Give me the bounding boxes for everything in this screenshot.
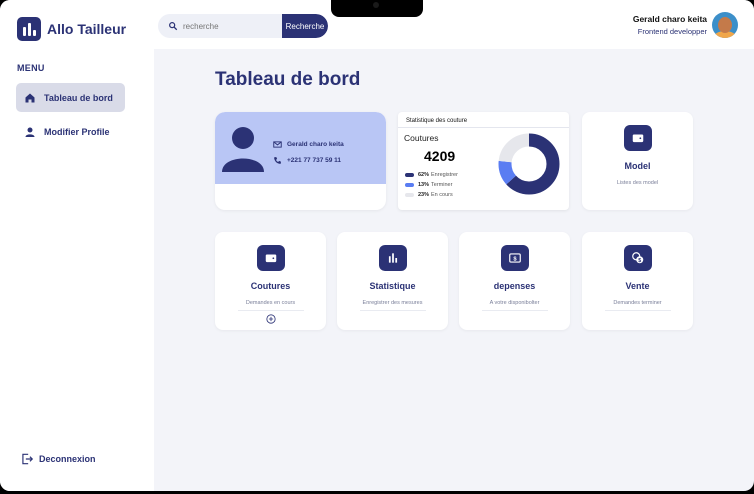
svg-text:$: $ <box>513 256 517 262</box>
user-silhouette-icon <box>222 127 264 172</box>
card-subtitle: Demandes en cours <box>245 300 296 306</box>
money-icon: $ <box>500 245 529 271</box>
depenses-card[interactable]: $ depenses A votre disponibolter <box>459 232 570 330</box>
mail-icon <box>273 141 282 148</box>
wallet-icon <box>256 245 285 271</box>
legend-label: Terminer <box>431 182 453 188</box>
app-logo[interactable]: Allo Tailleur <box>17 17 126 41</box>
card-subtitle: Enregistrer des mesures <box>362 300 423 306</box>
legend-label: Enregistrer <box>431 172 458 178</box>
card-title: Vente <box>625 281 650 291</box>
divider <box>604 310 671 311</box>
search-icon <box>169 22 178 31</box>
logout-button[interactable]: Deconnexion <box>20 452 96 466</box>
sidebar-item-tableau-de-bord[interactable]: Tableau de bord <box>16 83 125 112</box>
phone-icon <box>274 157 281 164</box>
model-subtitle: Listes des model <box>616 180 659 186</box>
logo-bars-icon <box>17 17 41 41</box>
donut-chart <box>498 133 560 195</box>
coins-icon: $ <box>623 245 652 271</box>
card-title: depenses <box>493 281 536 291</box>
vente-card[interactable]: $ Vente Demandes terminer <box>582 232 693 330</box>
statistique-card[interactable]: Statistique Enregistrer des mesures <box>337 232 448 330</box>
divider <box>359 310 426 311</box>
user-name: Gerald charo keita <box>632 14 707 24</box>
legend-label: En cours <box>431 192 453 198</box>
card-subtitle: A votre disponibolter <box>489 300 540 306</box>
legend-value: 23% <box>418 192 430 198</box>
divider <box>237 310 304 311</box>
legend-value: 13% <box>418 182 430 188</box>
search-input[interactable] <box>183 21 283 31</box>
app-window: Allo Tailleur MENU Tableau de bord Modif… <box>0 0 754 491</box>
add-circle-icon[interactable] <box>265 314 276 324</box>
user-info[interactable]: Gerald charo keita Frontend developper <box>633 14 707 36</box>
user-role: Frontend developper <box>637 27 707 36</box>
chart-legend: 62% Enregistrer 13% Terminer 23% En cours <box>405 172 458 202</box>
coutures-card[interactable]: Coutures Demandes en cours <box>215 232 326 330</box>
page-title: Tableau de bord <box>215 69 361 90</box>
sidebar-item-label: Tableau de bord <box>44 92 113 103</box>
topbar: Recherche Gerald charo keita Frontend de… <box>154 0 754 49</box>
menu-title: MENU <box>17 63 45 73</box>
profile-phone: +221 77 737 59 11 <box>287 157 342 164</box>
model-card[interactable]: Model Listes des model <box>582 112 693 210</box>
legend-swatch <box>405 173 414 177</box>
avatar[interactable] <box>712 12 738 38</box>
profile-banner: Gerald charo keita +221 77 737 59 11 <box>215 112 386 184</box>
stats-total: 4209 <box>424 148 456 164</box>
wallet-icon <box>623 125 652 151</box>
sidebar: Allo Tailleur MENU Tableau de bord Modif… <box>0 0 154 491</box>
card-title: Statistique <box>369 281 416 291</box>
home-icon <box>25 93 35 102</box>
search-bar: Recherche <box>158 14 328 38</box>
search-button[interactable]: Recherche <box>282 14 328 38</box>
profile-card[interactable]: Gerald charo keita +221 77 737 59 11 <box>215 112 386 210</box>
logout-label: Deconnexion <box>39 454 96 464</box>
legend-item: 23% En cours <box>405 192 458 198</box>
sidebar-item-label: Modifier Profile <box>44 126 110 137</box>
stats-header: Statistique des couture <box>398 112 569 128</box>
svg-text:$: $ <box>638 258 641 264</box>
stats-card: Statistique des couture Coutures 4209 62… <box>398 112 569 210</box>
card-title: Coutures <box>250 281 291 291</box>
divider <box>481 310 548 311</box>
sidebar-item-modifier-profile[interactable]: Modifier Profile <box>16 117 125 146</box>
card-subtitle: Demandes terminer <box>613 300 662 306</box>
legend-swatch <box>405 183 414 187</box>
app-name: Allo Tailleur <box>47 21 127 37</box>
legend-swatch <box>405 193 414 197</box>
camera-notch <box>331 0 423 17</box>
stats-category: Coutures <box>404 133 439 143</box>
person-icon <box>25 127 35 137</box>
legend-item: 13% Terminer <box>405 182 458 188</box>
logout-icon <box>22 453 34 465</box>
legend-value: 62% <box>418 172 430 178</box>
camera-icon <box>373 2 379 8</box>
model-title: Model <box>624 161 651 171</box>
bar-chart-icon <box>378 245 407 271</box>
legend-item: 62% Enregistrer <box>405 172 458 178</box>
profile-name: Gerald charo keita <box>287 141 344 148</box>
